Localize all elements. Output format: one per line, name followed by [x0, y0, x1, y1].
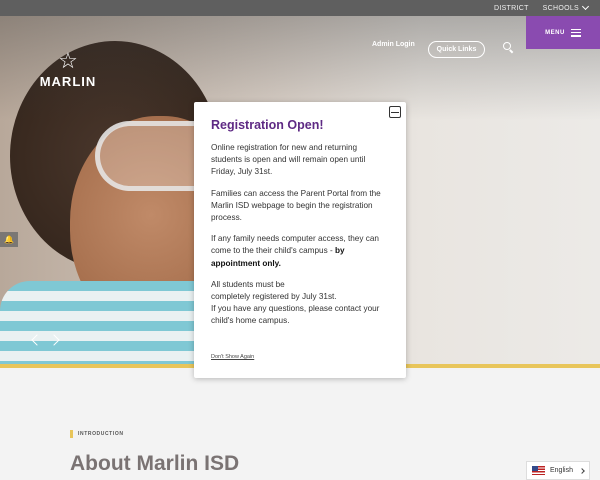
modal-paragraph-4: All students must be completely register…	[211, 279, 390, 328]
modal-p4-line3: If you have any questions, please contac…	[211, 304, 380, 326]
modal-p3-text: If any family needs computer access, the…	[211, 234, 379, 256]
chevron-down-icon	[581, 2, 590, 11]
utility-bar: DISTRICT SCHOOLS	[0, 0, 600, 16]
schools-dropdown[interactable]: SCHOOLS	[542, 2, 590, 12]
registration-modal: Registration Open! Online registration f…	[194, 102, 406, 378]
us-flag-icon	[532, 466, 545, 475]
modal-paragraph-3: If any family needs computer access, the…	[211, 233, 390, 270]
minimize-icon[interactable]	[389, 106, 401, 118]
hamburger-icon	[570, 28, 581, 37]
menu-label: MENU	[545, 29, 565, 36]
dont-show-again-link[interactable]: Don't Show Again	[211, 354, 254, 360]
modal-p4-line1: All students must be	[211, 279, 285, 289]
district-link[interactable]: DISTRICT	[494, 5, 529, 12]
language-label: English	[550, 467, 573, 474]
schools-label: SCHOOLS	[542, 4, 579, 12]
language-selector[interactable]: English	[526, 461, 590, 480]
bell-icon[interactable]: 🔔	[0, 232, 18, 247]
modal-paragraph-1: Online registration for new and returnin…	[211, 143, 366, 177]
menu-button[interactable]: MENU	[526, 16, 600, 49]
admin-login-link[interactable]: Admin Login	[372, 41, 415, 48]
modal-paragraph-2: Families can access the Parent Portal fr…	[211, 188, 381, 223]
intro-title: About Marlin ISD	[70, 452, 240, 475]
modal-title: Registration Open!	[211, 118, 324, 132]
intro-tag-label: INTRODUCTION	[78, 431, 124, 437]
modal-p4-line2: completely registered by July 31st.	[211, 292, 337, 302]
quick-links-button[interactable]: Quick Links	[428, 41, 485, 58]
logo-text: MARLIN	[39, 74, 97, 89]
intro-tag: INTRODUCTION	[70, 430, 124, 438]
intro-tag-bar	[70, 430, 73, 438]
site-logo[interactable]: ☆ MARLIN	[38, 48, 98, 90]
star-icon: ☆	[58, 48, 78, 73]
chevron-right-icon	[579, 467, 585, 474]
search-icon[interactable]	[503, 42, 515, 54]
